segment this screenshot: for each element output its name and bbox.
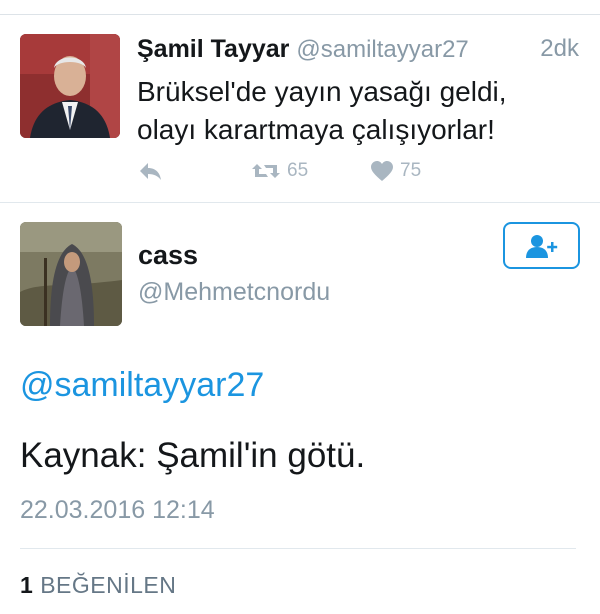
tweet-actions: 65 75 <box>137 160 577 188</box>
like-button[interactable]: 75 <box>370 160 421 182</box>
avatar[interactable] <box>20 34 120 138</box>
tweet-timestamp[interactable]: 22.03.2016 12:14 <box>20 494 215 526</box>
divider <box>20 548 576 549</box>
tweet-time[interactable]: 2dk <box>540 33 579 65</box>
retweet-count: 65 <box>287 160 309 181</box>
divider <box>0 202 600 203</box>
avatar[interactable] <box>20 222 122 326</box>
reply-button[interactable] <box>137 160 163 182</box>
tweet-text-line: olayı karartmaya çalışıyorlar! <box>137 114 495 145</box>
mention-link[interactable]: @samiltayyar27 <box>20 364 264 406</box>
follow-user-icon <box>525 234 557 258</box>
top-divider <box>0 14 600 15</box>
avatar-photo <box>20 34 120 138</box>
tweet-text: Brüksel'de yayın yasağı geldi, olayı kar… <box>137 73 582 149</box>
reply-icon <box>140 163 161 180</box>
avatar-photo <box>20 222 122 326</box>
likes-stat[interactable]: 1 BEĞENİLEN <box>20 570 176 600</box>
tweet-text-line: Brüksel'de yayın yasağı geldi, <box>137 76 507 107</box>
retweet-icon <box>252 164 280 178</box>
heart-icon <box>371 161 393 181</box>
likes-count: 1 <box>20 572 34 598</box>
author-name[interactable]: cass <box>138 238 198 272</box>
tweet-header: Şamil Tayyar @samiltayyar27 2dk <box>137 33 587 66</box>
author-handle[interactable]: @samiltayyar27 <box>296 36 468 63</box>
retweet-button[interactable]: 65 <box>251 160 308 182</box>
author-name[interactable]: Şamil Tayyar <box>137 35 289 63</box>
like-count: 75 <box>400 160 422 181</box>
likes-label: BEĞENİLEN <box>40 572 177 598</box>
author-handle[interactable]: @Mehmetcnordu <box>138 276 330 308</box>
tweet-text: Kaynak: Şamil'in götü. <box>20 436 366 475</box>
follow-button[interactable] <box>503 222 580 269</box>
